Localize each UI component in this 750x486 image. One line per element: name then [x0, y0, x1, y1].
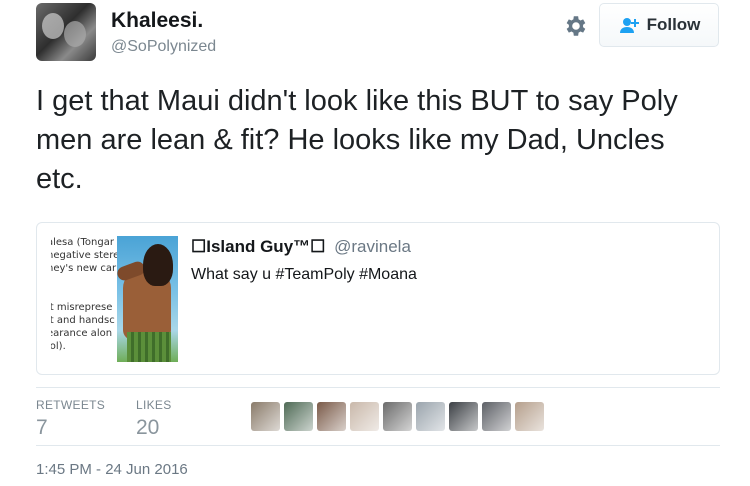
author-avatar[interactable] [36, 3, 96, 61]
quoted-author-name: ☐Island Guy™☐ [191, 237, 326, 256]
side-text-line [51, 288, 117, 301]
side-text-line: hey's new car [51, 263, 117, 274]
quoted-author-handle: @ravinela [334, 237, 411, 256]
retweets-stat[interactable]: RETWEETS 7 [36, 398, 105, 440]
tweet-text: I get that Maui didn't look like this BU… [36, 85, 678, 195]
side-text-line: alesa (Tongar [51, 237, 114, 248]
liker-avatar-icon[interactable] [383, 402, 412, 431]
divider [36, 445, 720, 446]
side-text-line: lol). [51, 341, 66, 352]
liker-avatar-icon[interactable] [515, 402, 544, 431]
likes-label: LIKES [136, 398, 172, 412]
follow-button[interactable]: Follow [599, 3, 719, 47]
side-text-line [51, 275, 117, 288]
follow-button-label: Follow [646, 15, 701, 34]
gear-icon[interactable] [562, 13, 588, 39]
side-text-line: it misreprese [51, 302, 113, 313]
author-name[interactable]: Khaleesi. [111, 9, 203, 33]
side-text-line: earance alon [51, 328, 113, 339]
quoted-media-image[interactable] [117, 236, 178, 362]
likers-list [251, 402, 544, 431]
quoted-author[interactable]: ☐Island Guy™☐ @ravinela [191, 237, 411, 257]
add-user-icon [619, 18, 639, 33]
likes-stat[interactable]: LIKES 20 [136, 398, 172, 440]
liker-avatar-icon[interactable] [350, 402, 379, 431]
retweets-label: RETWEETS [36, 398, 106, 412]
liker-avatar-icon[interactable] [317, 402, 346, 431]
liker-avatar-icon[interactable] [416, 402, 445, 431]
side-text-line: it and handsc [51, 315, 115, 326]
quoted-media-text: alesa (Tongar negative stere hey's new c… [51, 236, 117, 366]
divider [36, 387, 720, 388]
liker-avatar-icon[interactable] [284, 402, 313, 431]
quoted-tweet[interactable]: alesa (Tongar negative stere hey's new c… [36, 222, 720, 375]
liker-avatar-icon[interactable] [449, 402, 478, 431]
quoted-tweet-text: What say u #TeamPoly #Moana [191, 266, 417, 283]
liker-avatar-icon[interactable] [482, 402, 511, 431]
tweet-timestamp[interactable]: 1:45 PM - 24 Jun 2016 [36, 461, 188, 478]
liker-avatar-icon[interactable] [251, 402, 280, 431]
retweets-count: 7 [36, 416, 48, 439]
author-handle[interactable]: @SoPolynized [111, 38, 216, 56]
likes-count: 20 [136, 416, 160, 439]
side-text-line: negative stere [51, 250, 117, 261]
